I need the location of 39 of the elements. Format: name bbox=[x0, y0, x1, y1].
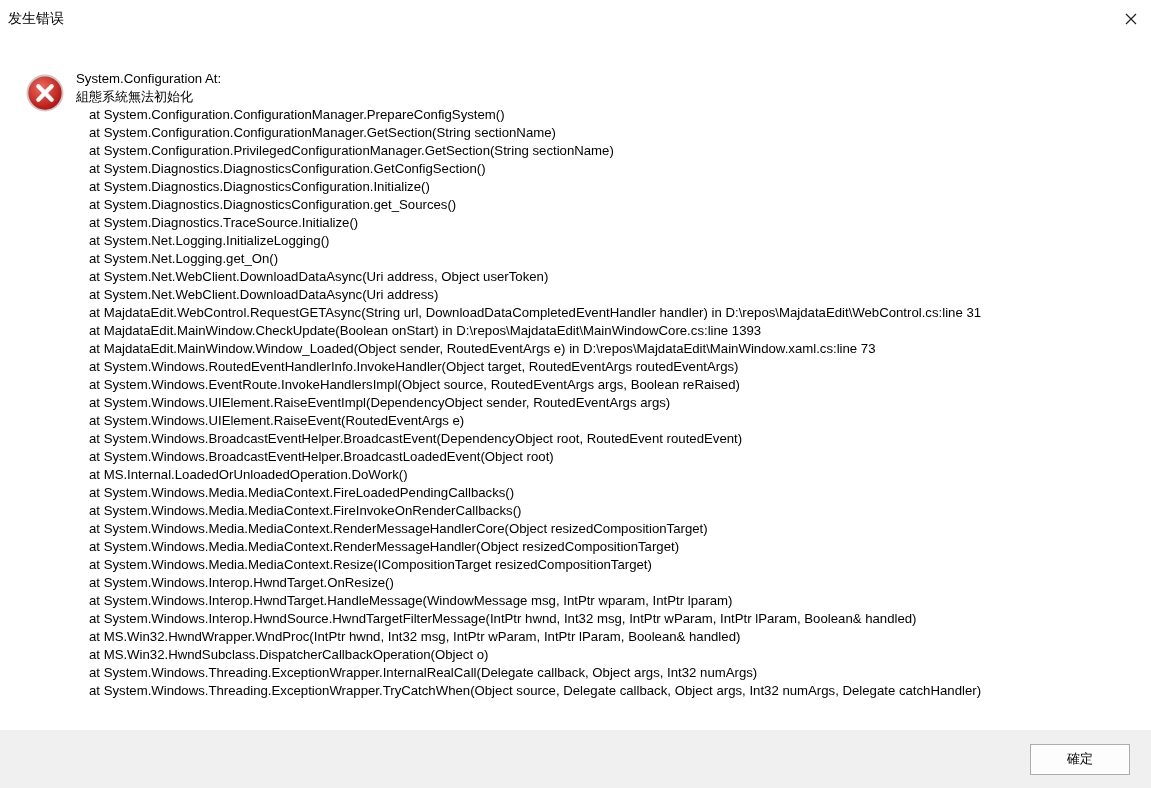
stack-trace-line: at System.Windows.Media.MediaContext.RenderMessageHandler(Object resizedCompositionTarget) bbox=[88, 538, 681, 556]
stack-trace-line: at System.Diagnostics.DiagnosticsConfiguration.get_Sources() bbox=[88, 196, 458, 214]
stack-trace-line: at MS.Win32.HwndSubclass.DispatcherCallbackOperation(Object o) bbox=[88, 646, 490, 664]
stack-trace-line: at System.Configuration.PrivilegedConfigurationManager.GetSection(String sectionName) bbox=[88, 142, 615, 160]
stack-trace-line: at System.Windows.Threading.ExceptionWrapper.InternalRealCall(Delegate callback, Object args, Int32 numArgs) bbox=[88, 664, 759, 682]
stack-trace-line: at System.Windows.Media.MediaContext.Resize(ICompositionTarget resizedCompositionTarget) bbox=[88, 556, 653, 574]
stack-trace-line: at System.Windows.UIElement.RaiseEventImpl(DependencyObject sender, RoutedEventArgs args) bbox=[88, 394, 672, 412]
stack-trace-line: at System.Configuration.ConfigurationManager.GetSection(String sectionName) bbox=[88, 124, 557, 142]
stack-trace-line: at System.Net.WebClient.DownloadDataAsync(Uri address, Object userToken) bbox=[88, 268, 550, 286]
stack-trace-line: at System.Diagnostics.DiagnosticsConfiguration.GetConfigSection() bbox=[88, 160, 487, 178]
stack-trace-line: at System.Windows.Media.MediaContext.FireLoadedPendingCallbacks() bbox=[88, 484, 516, 502]
error-detail: 組態系統無法初始化 bbox=[76, 88, 194, 106]
ok-button[interactable]: 確定 bbox=[1030, 743, 1130, 775]
stack-trace-line: at MS.Win32.HwndWrapper.WndProc(IntPtr hwnd, Int32 msg, IntPtr wParam, IntPtr lParam, Boolean& handled) bbox=[88, 628, 742, 646]
stack-trace-line: at System.Windows.UIElement.RaiseEvent(RoutedEventArgs e) bbox=[88, 412, 466, 430]
window-title: 发生错误 bbox=[8, 10, 64, 28]
stack-trace-line: at MajdataEdit.WebControl.RequestGETAsync(String url, DownloadDataCompletedEventHandler handler) in D:\repos\MajdataEdit\WebControl.cs:line 31 bbox=[88, 304, 982, 322]
stack-trace-line: at System.Windows.Media.MediaContext.FireInvokeOnRenderCallbacks() bbox=[88, 502, 523, 520]
stack-trace-line: at System.Net.Logging.InitializeLogging() bbox=[88, 232, 331, 250]
stack-trace-line: at System.Windows.Media.MediaContext.RenderMessageHandlerCore(Object resizedCompositionTarget) bbox=[88, 520, 709, 538]
stack-trace-line: at System.Windows.Interop.HwndTarget.OnResize() bbox=[88, 574, 395, 592]
stack-trace-line: at MajdataEdit.MainWindow.CheckUpdate(Boolean onStart) in D:\repos\MajdataEdit\MainWindowCore.cs:line 1393 bbox=[88, 322, 763, 340]
stack-trace-line: at System.Diagnostics.TraceSource.Initialize() bbox=[88, 214, 360, 232]
stack-trace-line: at System.Windows.BroadcastEventHelper.BroadcastLoadedEvent(Object root) bbox=[88, 448, 555, 466]
stack-trace-line: at System.Windows.BroadcastEventHelper.BroadcastEvent(DependencyObject root, RoutedEvent routedEvent) bbox=[88, 430, 744, 448]
error-icon bbox=[26, 74, 64, 112]
stack-trace-line: at System.Windows.Interop.HwndTarget.HandleMessage(WindowMessage msg, IntPtr wparam, IntPtr lparam) bbox=[88, 592, 734, 610]
stack-trace-line: at System.Configuration.ConfigurationManager.PrepareConfigSystem() bbox=[88, 106, 506, 124]
stack-trace-line: at MS.Internal.LoadedOrUnloadedOperation.DoWork() bbox=[88, 466, 409, 484]
error-heading: System.Configuration At: bbox=[76, 70, 223, 88]
stack-trace-line: at System.Windows.Threading.ExceptionWrapper.TryCatchWhen(Object source, Delegate callback, Object args, Int32 numArgs, Delegate catchHandler) bbox=[88, 682, 982, 700]
stack-trace-line: at System.Windows.Interop.HwndSource.HwndTargetFilterMessage(IntPtr hwnd, Int32 msg, IntPtr wParam, IntPtr lParam, Boolean& handled) bbox=[88, 610, 918, 628]
stack-trace-line: at System.Net.WebClient.DownloadDataAsync(Uri address) bbox=[88, 286, 440, 304]
stack-trace-line: at System.Net.Logging.get_On() bbox=[88, 250, 280, 268]
stack-trace-line: at MajdataEdit.MainWindow.Window_Loaded(Object sender, RoutedEventArgs e) in D:\repos\MajdataEdit\MainWindow.xaml.cs:line 73 bbox=[88, 340, 877, 358]
stack-trace-line: at System.Diagnostics.DiagnosticsConfiguration.Initialize() bbox=[88, 178, 431, 196]
stack-trace-line: at System.Windows.RoutedEventHandlerInfo.InvokeHandler(Object target, RoutedEventArgs routedEventArgs) bbox=[88, 358, 740, 376]
close-icon[interactable] bbox=[1125, 13, 1137, 25]
stack-trace-line: at System.Windows.EventRoute.InvokeHandlersImpl(Object source, RoutedEventArgs args, Boolean reRaised) bbox=[88, 376, 741, 394]
